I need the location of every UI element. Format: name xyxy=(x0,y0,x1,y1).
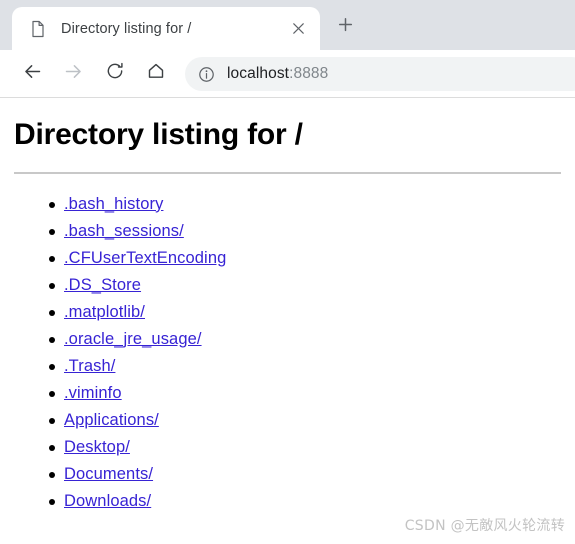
back-arrow-icon xyxy=(22,61,43,87)
address-bar-url: localhost:8888 xyxy=(227,65,328,83)
back-button[interactable] xyxy=(16,57,49,90)
browser-window: Directory listing for / localhost:8888 D… xyxy=(0,0,575,544)
directory-link[interactable]: .CFUserTextEncoding xyxy=(64,249,226,268)
document-icon xyxy=(29,20,47,38)
list-item: .CFUserTextEncoding xyxy=(0,245,575,272)
directory-link[interactable]: .Trash/ xyxy=(64,357,115,376)
home-button[interactable] xyxy=(139,57,172,90)
directory-link[interactable]: .viminfo xyxy=(64,384,122,403)
close-icon[interactable] xyxy=(285,16,311,42)
info-circle-icon[interactable] xyxy=(198,66,215,83)
directory-link[interactable]: .bash_history xyxy=(64,195,163,214)
page-content: Directory listing for / .bash_history .b… xyxy=(0,98,575,544)
list-item: .matplotlib/ xyxy=(0,299,575,326)
list-item: .bash_sessions/ xyxy=(0,218,575,245)
directory-link[interactable]: .oracle_jre_usage/ xyxy=(64,330,202,349)
home-icon xyxy=(146,61,166,86)
plus-icon xyxy=(338,17,353,37)
address-bar-host: localhost xyxy=(227,65,290,82)
forward-button[interactable] xyxy=(57,57,90,90)
list-item: .Trash/ xyxy=(0,353,575,380)
directory-link[interactable]: .bash_sessions/ xyxy=(64,222,184,241)
list-item: Documents/ xyxy=(0,461,575,488)
tab-strip: Directory listing for / xyxy=(0,0,575,50)
list-item: Applications/ xyxy=(0,407,575,434)
directory-link[interactable]: .DS_Store xyxy=(64,276,141,295)
list-item: .DS_Store xyxy=(0,272,575,299)
list-item: Desktop/ xyxy=(0,434,575,461)
list-item: .oracle_jre_usage/ xyxy=(0,326,575,353)
new-tab-button[interactable] xyxy=(330,12,360,42)
watermark: CSDN @无敵风火轮流转 xyxy=(404,518,565,534)
directory-link[interactable]: Documents/ xyxy=(64,465,153,484)
browser-toolbar: localhost:8888 xyxy=(0,50,575,98)
tab-directory-listing[interactable]: Directory listing for / xyxy=(12,7,320,50)
address-bar[interactable]: localhost:8888 xyxy=(185,57,575,91)
directory-link[interactable]: Downloads/ xyxy=(64,492,151,511)
list-item: Downloads/ xyxy=(0,488,575,515)
list-item: .viminfo xyxy=(0,380,575,407)
directory-link[interactable]: Desktop/ xyxy=(64,438,130,457)
reload-button[interactable] xyxy=(98,57,131,90)
directory-link[interactable]: Applications/ xyxy=(64,411,159,430)
directory-listing: .bash_history .bash_sessions/ .CFUserTex… xyxy=(0,174,575,515)
reload-icon xyxy=(105,61,125,86)
list-item: .bash_history xyxy=(0,191,575,218)
address-bar-port: :8888 xyxy=(289,65,329,82)
forward-arrow-icon xyxy=(63,61,84,87)
directory-link[interactable]: .matplotlib/ xyxy=(64,303,145,322)
page-title: Directory listing for / xyxy=(14,118,303,151)
tab-title: Directory listing for / xyxy=(61,20,192,37)
